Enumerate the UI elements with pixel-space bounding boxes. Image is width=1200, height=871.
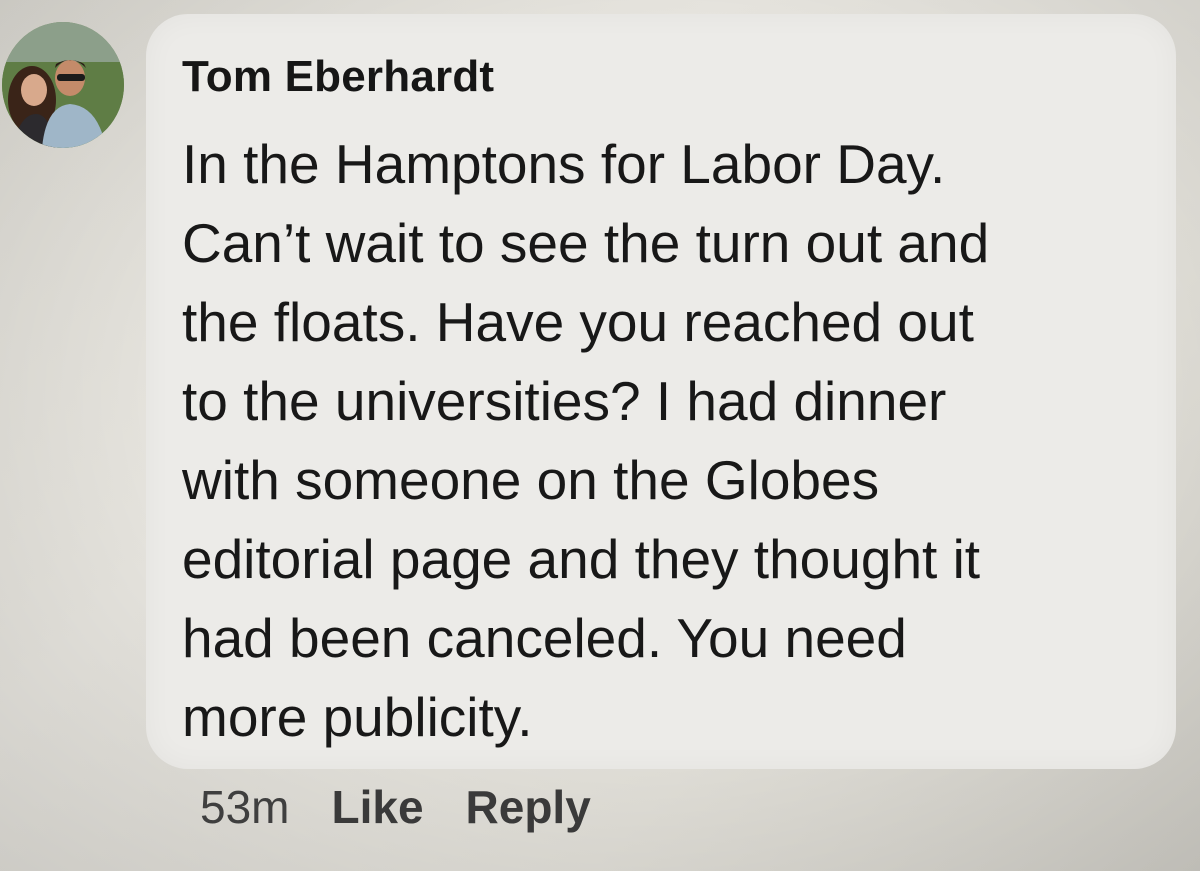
comment-text: In the Hamptons for Labor Day. Can’t wai… xyxy=(182,133,990,748)
like-button[interactable]: Like xyxy=(331,780,423,834)
avatar[interactable] xyxy=(2,22,124,148)
profile-photo xyxy=(2,22,124,148)
reply-button[interactable]: Reply xyxy=(466,780,591,834)
comment-actions: 53m Like Reply xyxy=(200,780,591,834)
comment-timestamp[interactable]: 53m xyxy=(200,780,289,834)
author-name[interactable]: Tom Eberhardt xyxy=(182,52,494,102)
